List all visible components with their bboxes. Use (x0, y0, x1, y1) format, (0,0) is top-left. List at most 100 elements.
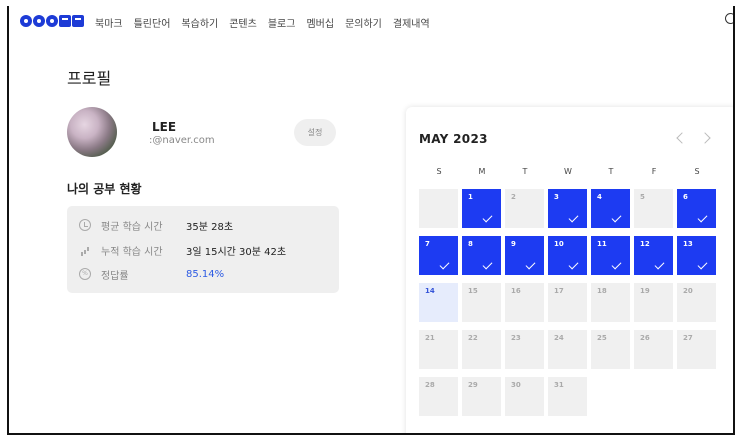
calendar-day[interactable]: 19 (634, 283, 673, 322)
check-icon (482, 212, 493, 223)
calendar-day[interactable]: 16 (505, 283, 544, 322)
user-email: :@naver.com (149, 135, 215, 146)
calendar-day[interactable]: 5 (634, 189, 673, 228)
day-number: 10 (554, 240, 564, 248)
weekday-label: S (436, 167, 442, 176)
study-calendar: MAY 2023 S M T W T F S 1 2 3 4 5 6 7 8 9 10 11 12 13 14 15 16 1… (406, 107, 733, 433)
search-icon[interactable] (725, 13, 733, 24)
day-number: 4 (597, 193, 602, 201)
stat-label: 평균 학습 시간 (101, 221, 163, 233)
day-number: 17 (554, 287, 564, 295)
stat-value: 3일 15시간 30분 42초 (186, 246, 287, 258)
calendar-day[interactable]: 22 (462, 330, 501, 369)
check-icon (568, 212, 579, 223)
day-number: 14 (425, 287, 435, 295)
menu-item[interactable]: 복습하기 (181, 15, 218, 30)
day-number: 18 (597, 287, 607, 295)
menu-item[interactable]: 멤버십 (306, 15, 334, 30)
calendar-day[interactable]: 4 (591, 189, 630, 228)
calendar-day[interactable]: 13 (677, 236, 716, 275)
weekday-label: W (564, 167, 572, 176)
menu-item[interactable]: 결제내역 (393, 15, 430, 30)
study-status-title: 나의 공부 현황 (67, 182, 142, 196)
calendar-day[interactable]: 27 (677, 330, 716, 369)
calendar-day[interactable]: 23 (505, 330, 544, 369)
weekday-label: F (651, 167, 657, 176)
day-number: 13 (683, 240, 693, 248)
page-title: 프로필 (67, 69, 112, 88)
avatar (67, 107, 117, 157)
clock-icon (79, 219, 91, 231)
check-icon (697, 212, 708, 223)
calendar-day[interactable]: 18 (591, 283, 630, 322)
calendar-day[interactable]: 8 (462, 236, 501, 275)
check-icon (568, 259, 579, 270)
calendar-day[interactable]: 14 (419, 283, 458, 322)
day-number: 24 (554, 334, 564, 342)
day-number: 11 (597, 240, 607, 248)
calendar-day[interactable]: 6 (677, 189, 716, 228)
day-number: 25 (597, 334, 607, 342)
calendar-day[interactable]: 3 (548, 189, 587, 228)
check-icon (482, 259, 493, 270)
stat-average-time: 평균 학습 시간 35분 28초 (79, 218, 234, 233)
calendar-day[interactable]: 9 (505, 236, 544, 275)
day-number: 28 (425, 381, 435, 389)
app-window: 북마크 틀린단어 복습하기 콘텐츠 블로그 멤버십 문의하기 결제내역 프로필 LEE :@n… (7, 6, 735, 435)
bar-chart-icon (79, 244, 91, 256)
stat-label: 정답률 (101, 270, 129, 282)
weekday-label: T (522, 167, 528, 176)
percent-icon: % (79, 268, 91, 280)
menu-item[interactable]: 문의하기 (345, 15, 382, 30)
menu-item[interactable]: 틀린단어 (134, 15, 171, 30)
brand-logo[interactable] (20, 15, 84, 27)
settings-button[interactable]: 설정 (294, 119, 336, 146)
calendar-day[interactable]: 25 (591, 330, 630, 369)
calendar-day[interactable]: 10 (548, 236, 587, 275)
chevron-right-icon[interactable] (699, 132, 711, 144)
day-number: 16 (511, 287, 521, 295)
day-number: 12 (640, 240, 650, 248)
stat-accuracy: % 정답률 85.14% (79, 267, 224, 282)
calendar-day[interactable]: 17 (548, 283, 587, 322)
day-number: 15 (468, 287, 478, 295)
day-number: 27 (683, 334, 693, 342)
day-number: 2 (511, 193, 516, 201)
calendar-day[interactable]: 20 (677, 283, 716, 322)
day-number: 3 (554, 193, 559, 201)
calendar-day[interactable]: 31 (548, 377, 587, 416)
calendar-day[interactable]: 21 (419, 330, 458, 369)
day-number: 31 (554, 381, 564, 389)
calendar-day[interactable]: 30 (505, 377, 544, 416)
weekday-label: M (478, 167, 486, 176)
calendar-day[interactable]: 11 (591, 236, 630, 275)
calendar-empty-cell (419, 189, 458, 228)
calendar-day[interactable]: 12 (634, 236, 673, 275)
menu-item[interactable]: 북마크 (95, 15, 123, 30)
calendar-day[interactable]: 28 (419, 377, 458, 416)
day-number: 1 (468, 193, 473, 201)
chevron-left-icon[interactable] (676, 132, 688, 144)
check-icon (439, 259, 450, 270)
day-number: 20 (683, 287, 693, 295)
calendar-day[interactable]: 1 (462, 189, 501, 228)
weekday-label: T (608, 167, 614, 176)
day-number: 26 (640, 334, 650, 342)
calendar-day[interactable]: 26 (634, 330, 673, 369)
day-number: 29 (468, 381, 478, 389)
check-icon (654, 259, 665, 270)
day-number: 5 (640, 193, 645, 201)
day-number: 30 (511, 381, 521, 389)
calendar-day[interactable]: 29 (462, 377, 501, 416)
calendar-month-title: MAY 2023 (419, 132, 488, 146)
day-number: 6 (683, 193, 688, 201)
calendar-day[interactable]: 15 (462, 283, 501, 322)
calendar-day[interactable]: 24 (548, 330, 587, 369)
day-number: 19 (640, 287, 650, 295)
menu-item[interactable]: 콘텐츠 (229, 15, 257, 30)
calendar-day[interactable]: 2 (505, 189, 544, 228)
stat-value: 35분 28초 (186, 221, 234, 233)
menu-item[interactable]: 블로그 (268, 15, 296, 30)
stat-total-time: 누적 학습 시간 3일 15시간 30분 42초 (79, 243, 287, 258)
calendar-day[interactable]: 7 (419, 236, 458, 275)
